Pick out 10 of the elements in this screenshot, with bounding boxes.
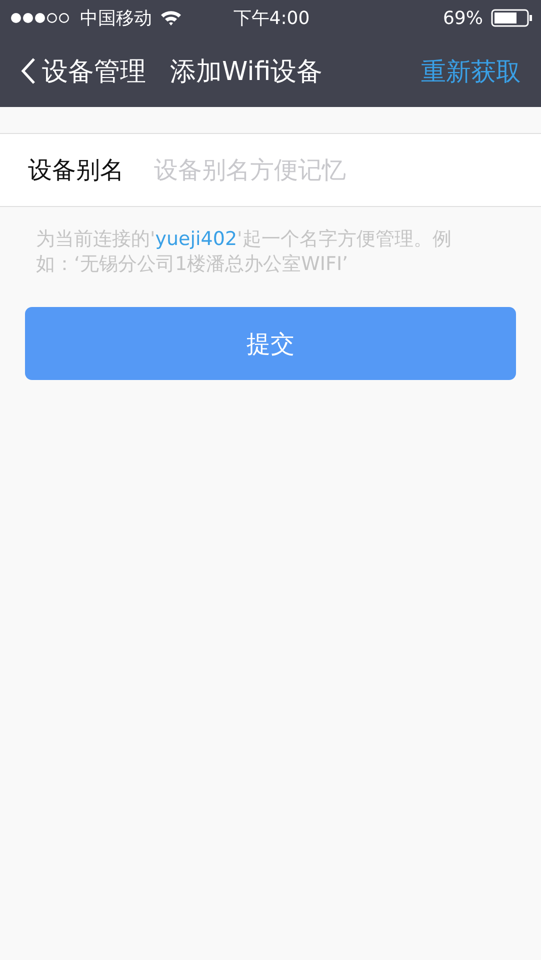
back-button[interactable]: 设备管理 xyxy=(20,54,146,88)
page-title: 添加Wifi设备 xyxy=(170,56,324,88)
signal-icon xyxy=(10,12,72,24)
wifi-icon xyxy=(160,10,182,26)
clock-time: 下午4:00 xyxy=(233,7,310,30)
field-label: 设备别名 xyxy=(28,155,125,186)
back-icon xyxy=(20,57,36,85)
battery-percent: 69% xyxy=(442,8,483,28)
carrier-name: 中国移动 xyxy=(80,7,152,30)
battery-icon xyxy=(490,9,533,27)
